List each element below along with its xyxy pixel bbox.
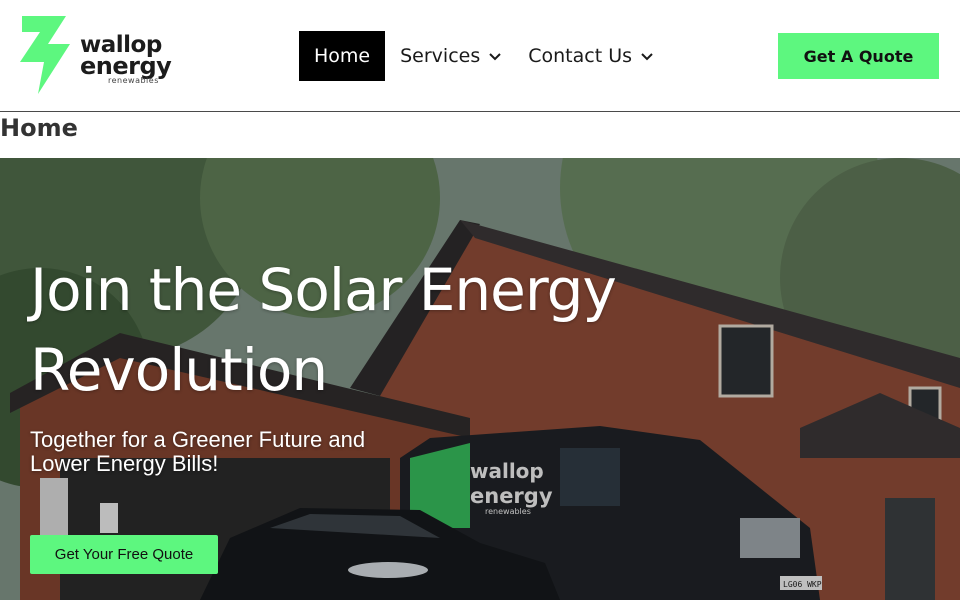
nav-label: Home: [314, 45, 371, 67]
nav-item-contact-us[interactable]: Contact Us: [528, 31, 654, 81]
lightning-bolt-logo-icon: [20, 16, 70, 94]
get-a-quote-button[interactable]: Get A Quote: [778, 33, 939, 79]
nav-item-home[interactable]: Home: [299, 31, 386, 81]
chevron-down-icon: [641, 53, 653, 61]
nav-label: Services: [400, 45, 481, 67]
nav-label: Contact Us: [528, 45, 633, 67]
chevron-down-icon: [489, 53, 501, 61]
main-nav: Home Services Contact Us: [299, 31, 654, 81]
get-free-quote-button[interactable]: Get Your Free Quote: [30, 535, 218, 574]
site-header: wallop energy renewables Home Services C…: [0, 0, 960, 112]
logo-subtext: renewables: [108, 76, 159, 85]
hero-subheading: Together for a Greener Future and Lower …: [30, 427, 366, 476]
nav-item-services[interactable]: Services: [400, 31, 502, 81]
hero-heading: Join the Solar Energy Revolution: [30, 256, 617, 404]
page-title: Home: [0, 114, 78, 142]
hero-banner: wallop energy renewables LG06 WKP Join t…: [0, 158, 960, 600]
brand-logo[interactable]: wallop energy renewables: [18, 14, 178, 98]
